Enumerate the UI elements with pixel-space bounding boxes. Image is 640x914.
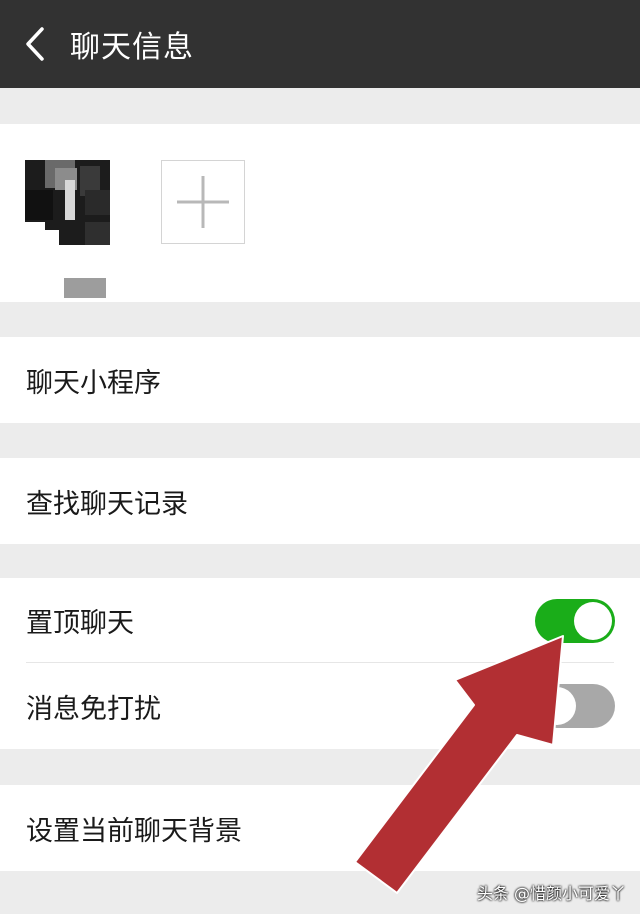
- set-chat-background-label: 设置当前聊天背景: [26, 815, 242, 847]
- set-chat-background-item[interactable]: 设置当前聊天背景: [0, 785, 640, 871]
- pin-chat-label: 置顶聊天: [26, 608, 134, 639]
- page-title: 聊天信息: [70, 30, 194, 65]
- avatar-image: [25, 160, 110, 245]
- toggle-knob: [574, 602, 612, 640]
- member-avatar[interactable]: [25, 160, 110, 245]
- back-button[interactable]: [0, 0, 70, 88]
- chat-info-page: 聊天信息 聊天小程序 查找聊天记录 置顶聊天 消息免打扰 设置当前聊天背景 头条…: [0, 0, 640, 914]
- chat-mini-programs-item[interactable]: 聊天小程序: [0, 337, 640, 423]
- toggle-knob: [538, 687, 576, 725]
- cell-divider: [26, 662, 614, 663]
- search-chat-history-label: 查找聊天记录: [26, 488, 188, 520]
- plus-icon: [177, 176, 229, 228]
- search-chat-history-item[interactable]: 查找聊天记录: [0, 458, 640, 544]
- chevron-left-icon: [26, 27, 44, 61]
- nav-bar: 聊天信息: [0, 0, 640, 88]
- chat-mini-programs-label: 聊天小程序: [26, 367, 161, 399]
- pin-chat-toggle[interactable]: [535, 599, 615, 643]
- mute-notifications-label: 消息免打扰: [26, 693, 161, 725]
- member-name-redacted: [64, 278, 106, 298]
- member-grid: [0, 124, 640, 302]
- watermark: 头条 @惜颜小可爱丫: [476, 884, 626, 903]
- mute-notifications-toggle[interactable]: [535, 684, 615, 728]
- add-member-button[interactable]: [161, 160, 245, 244]
